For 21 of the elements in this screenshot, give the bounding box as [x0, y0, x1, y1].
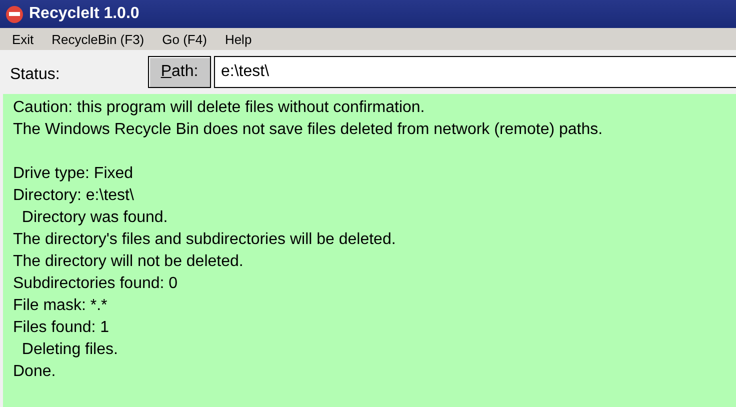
log-line: Directory: e:\test\	[13, 187, 134, 204]
log-line: File mask: *.*	[13, 297, 108, 314]
status-label: Status:	[10, 65, 61, 84]
log-line: Caution: this program will delete files without confirmation.	[13, 99, 425, 116]
log-line: Drive type: Fixed	[13, 165, 134, 182]
menu-item[interactable]: Help	[220, 32, 265, 46]
menu-item[interactable]: Go (F4)	[157, 32, 220, 46]
window-title: RecycleIt 1.0.0	[29, 5, 140, 23]
log-line: Done.	[13, 363, 56, 380]
stop-icon	[6, 6, 23, 22]
log-line: Deleting files.	[20, 341, 118, 358]
menu-item[interactable]: RecycleBin (F3)	[46, 32, 158, 46]
log-line: The Windows Recycle Bin does not save files deleted from network (remote) paths.	[13, 121, 603, 138]
log-line: The directory will not be deleted.	[13, 253, 244, 270]
log-line: Directory was found.	[20, 209, 168, 226]
log-line: Subdirectories found: 0	[13, 275, 178, 292]
menu-item[interactable]: Exit	[7, 32, 47, 46]
path-field[interactable]: e:\test\	[214, 56, 736, 88]
log-line: The directory's files and subdirectories will be deleted.	[13, 231, 396, 248]
log-line: Files found: 1	[13, 319, 110, 336]
path-button[interactable]: Path:	[148, 56, 211, 88]
